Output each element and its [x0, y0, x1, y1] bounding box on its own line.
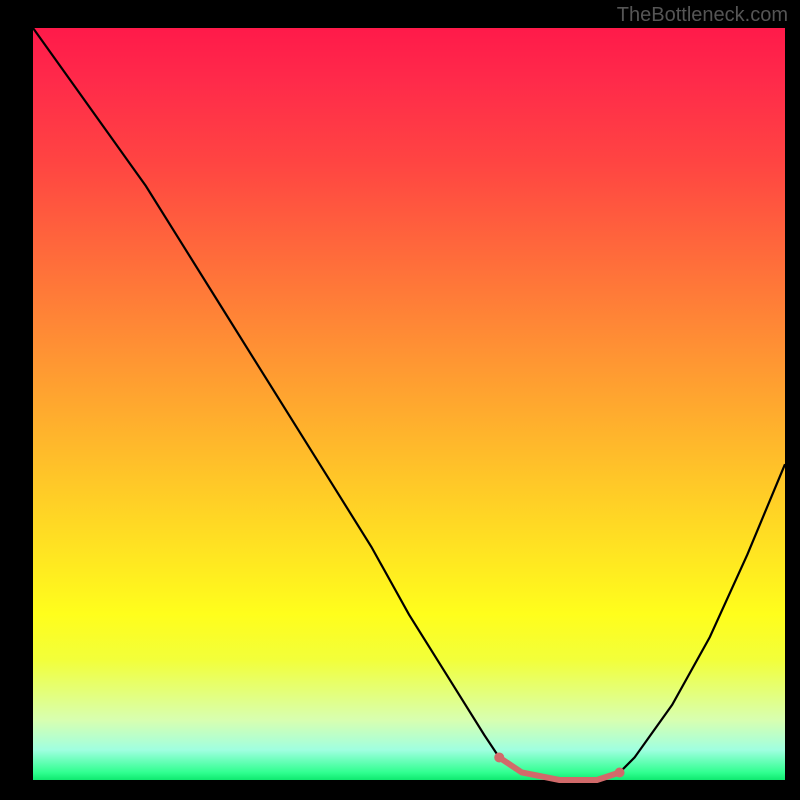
plot-area [33, 28, 785, 780]
optimal-zone-right-dot [615, 767, 625, 777]
optimal-zone-line [499, 757, 619, 780]
optimal-zone-left-dot [494, 752, 504, 762]
watermark-text: TheBottleneck.com [617, 4, 788, 27]
bottleneck-curve [33, 28, 785, 780]
chart-svg [33, 28, 785, 780]
